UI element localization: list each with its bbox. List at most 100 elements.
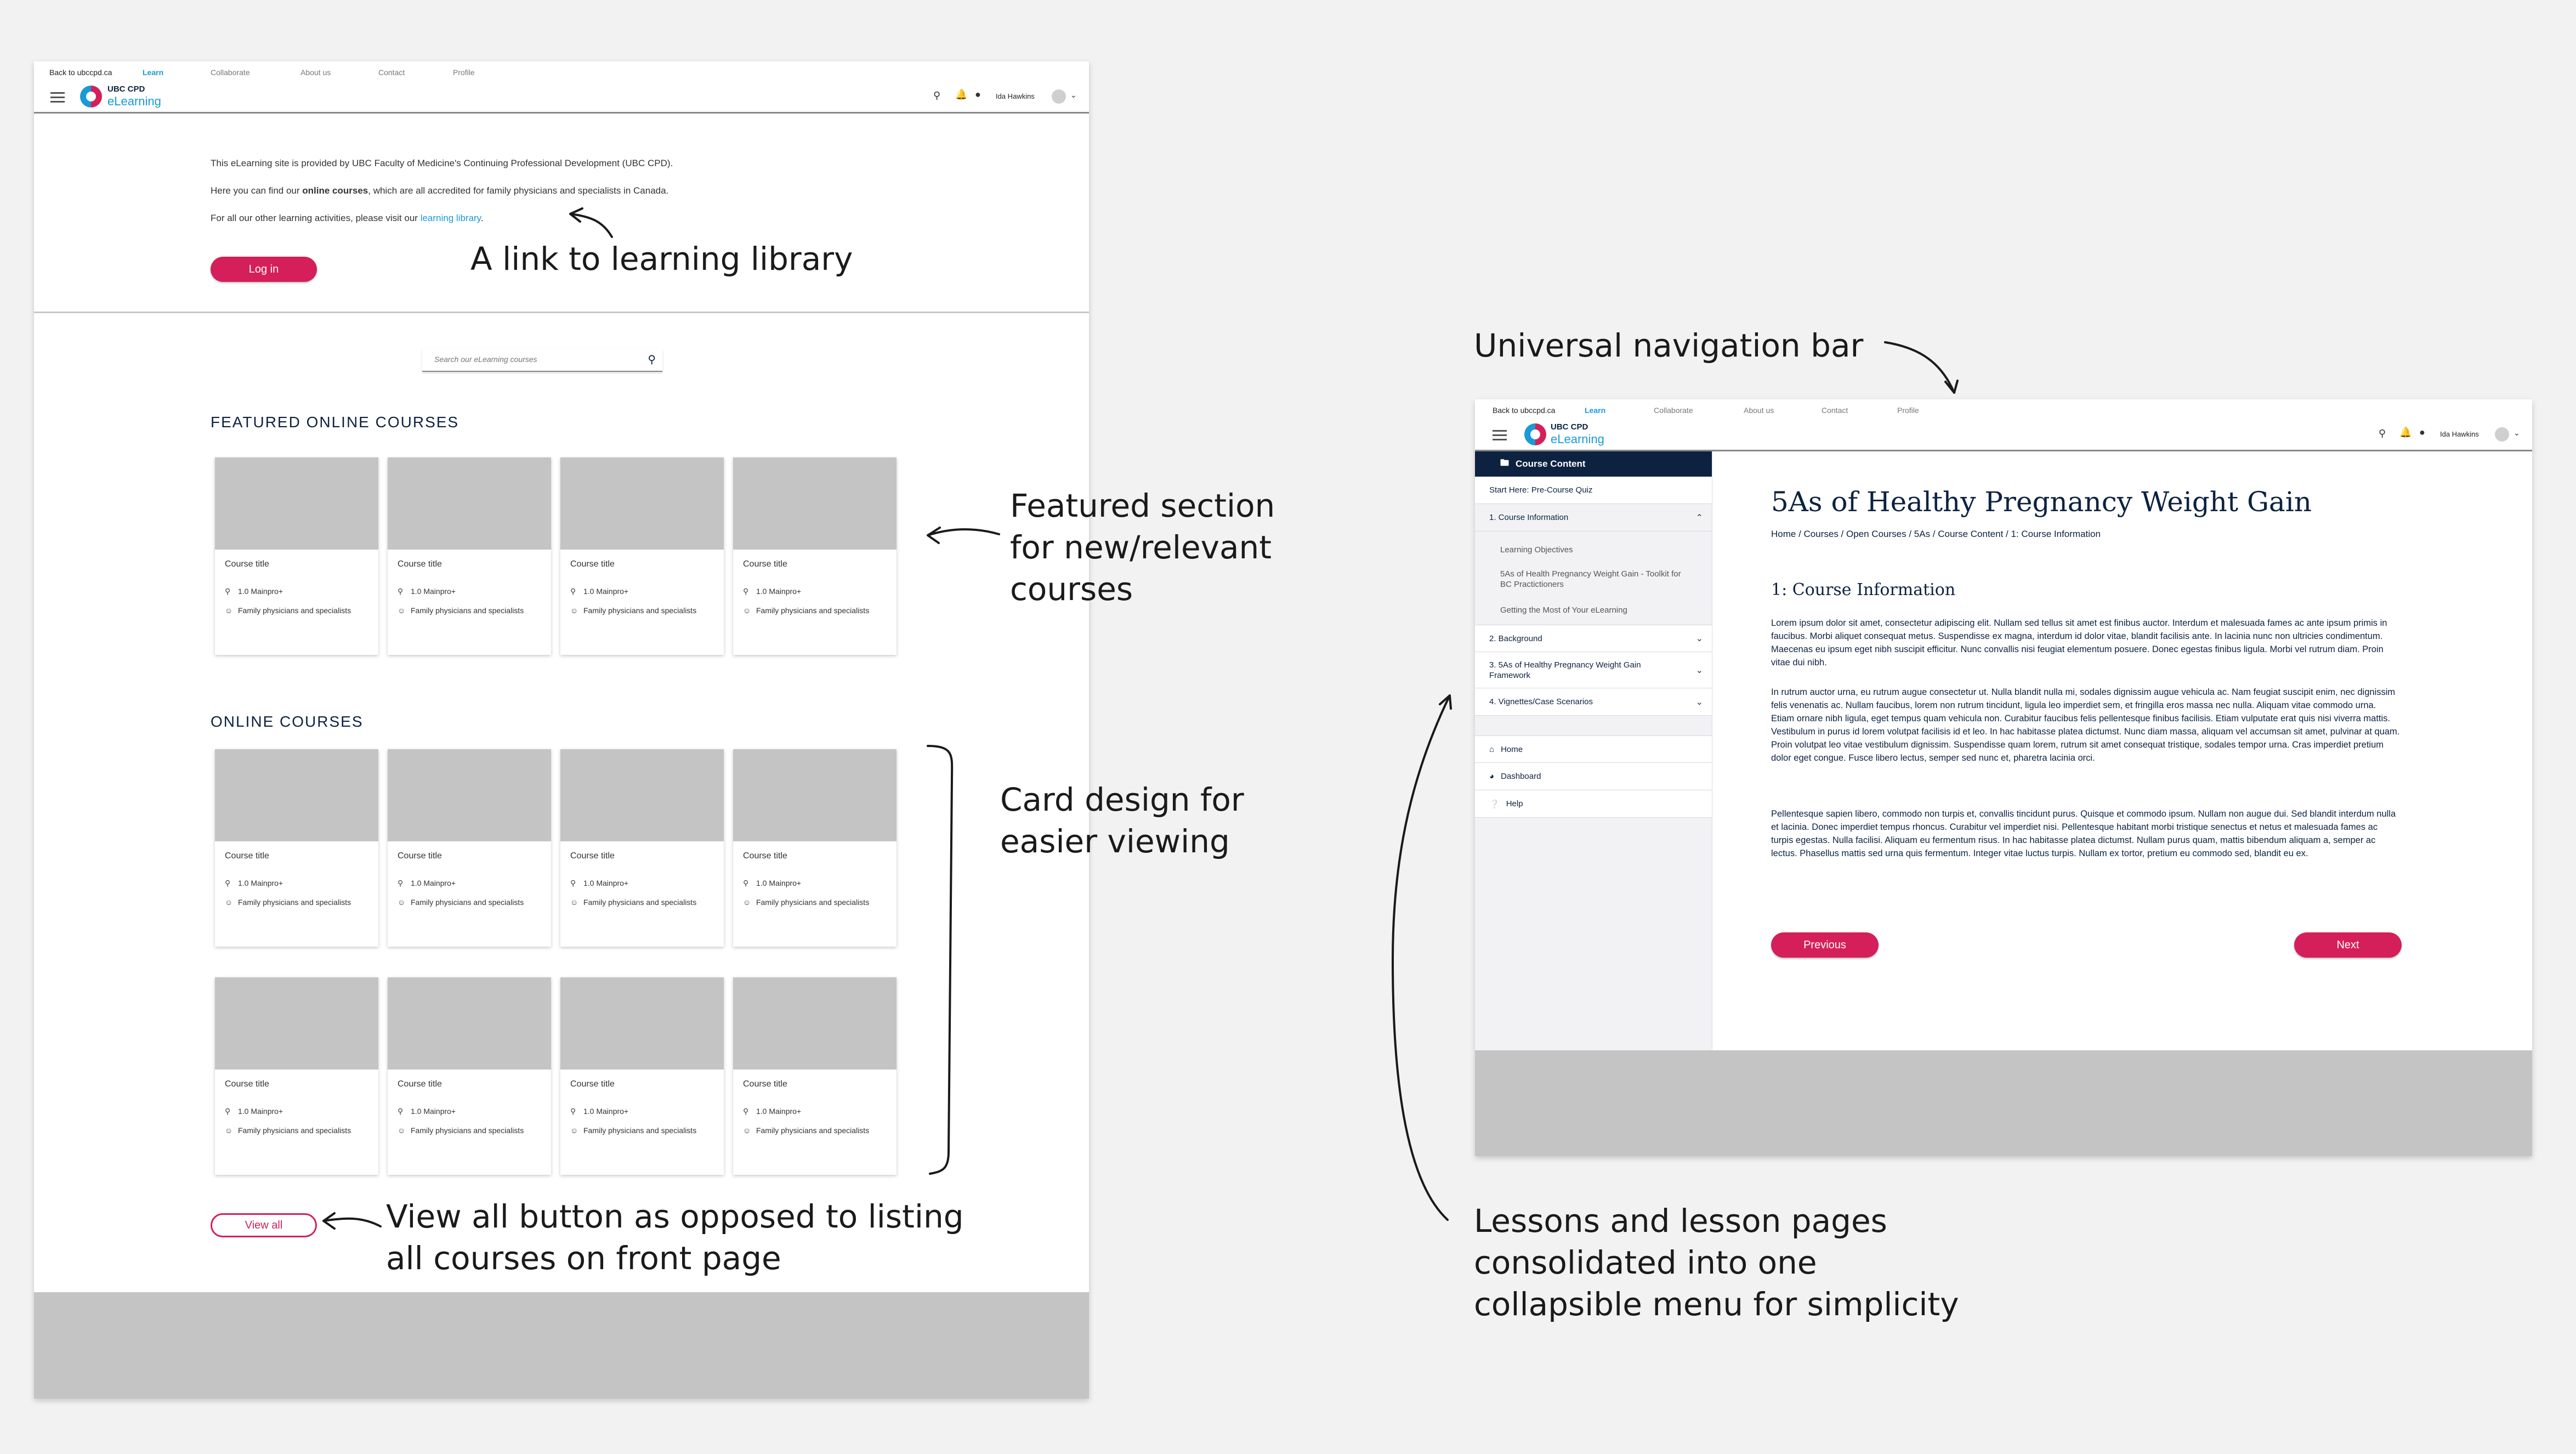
person-icon: ☺: [743, 1126, 751, 1135]
utility-bar: Back to ubccpd.ca Learn Collaborate Abou…: [34, 61, 1089, 81]
sidebar-item-help[interactable]: ❔ Help: [1475, 790, 1712, 818]
course-title[interactable]: Course title: [743, 851, 787, 861]
course-image: [215, 977, 378, 1070]
user-name[interactable]: Ida Hawkins: [996, 92, 1035, 100]
course-audience: ☺ Family physicians and specialists: [570, 898, 697, 907]
login-button[interactable]: Log in: [211, 257, 317, 282]
bell-icon[interactable]: 🔔: [955, 89, 967, 100]
course-card[interactable]: Course title ⚲ 1.0 Mainpro+ ☺ Family physici…: [560, 749, 724, 947]
sidebar-item-pre-course-quiz[interactable]: Start Here: Pre-Course Quiz: [1475, 477, 1712, 504]
back-link[interactable]: Back to ubccpd.ca: [1493, 406, 1555, 415]
sidebar-item-course-information[interactable]: 1. Course Information ⌃: [1475, 504, 1712, 531]
course-title[interactable]: Course title: [743, 1079, 787, 1089]
sidebar-item-home[interactable]: ⌂ Home: [1475, 736, 1712, 763]
sidebar-sub-toolkit[interactable]: 5As of Health Pregnancy Weight Gain - To…: [1500, 569, 1692, 590]
course-card[interactable]: Course title ⚲ 1.0 Mainpro+ ☺ Family physici…: [388, 457, 551, 655]
nav-collaborate[interactable]: Collaborate: [211, 68, 250, 77]
annotation-lessons-menu: Lessons and lesson pages consolidated in…: [1474, 1202, 1959, 1323]
course-card[interactable]: Course title ⚲ 1.0 Mainpro+ ☺ Family physici…: [388, 977, 551, 1175]
course-card[interactable]: Course title ⚲ 1.0 Mainpro+ ☺ Family physici…: [560, 457, 724, 655]
sidebar-header-label: Course Content: [1516, 459, 1586, 469]
person-icon: ☺: [743, 898, 751, 907]
course-title[interactable]: Course title: [225, 1079, 269, 1089]
sidebar-sub-getting-most[interactable]: Getting the Most of Your eLearning: [1500, 605, 1692, 615]
nav-about[interactable]: About us: [300, 68, 331, 77]
course-card[interactable]: Course title ⚲ 1.0 Mainpro+ ☺ Family physici…: [733, 749, 897, 947]
course-card[interactable]: Course title ⚲ 1.0 Mainpro+ ☺ Family physici…: [215, 457, 378, 655]
course-image: [560, 457, 724, 550]
breadcrumb[interactable]: Home / Courses / Open Courses / 5As / Co…: [1771, 529, 2101, 540]
nav-contact[interactable]: Contact: [378, 68, 405, 77]
course-card[interactable]: Course title ⚲ 1.0 Mainpro+ ☺ Family physici…: [215, 977, 378, 1175]
search-icon[interactable]: ⚲: [933, 90, 940, 101]
sidebar-item-vignettes[interactable]: 4. Vignettes/Case Scenarios ⌄: [1475, 688, 1712, 716]
online-courses-title: ONLINE COURSES: [211, 713, 364, 730]
course-title[interactable]: Course title: [225, 851, 269, 861]
person-icon: ☺: [225, 1126, 233, 1135]
chevron-up-icon[interactable]: ⌃: [1696, 512, 1703, 523]
previous-button[interactable]: Previous: [1771, 932, 1879, 958]
chevron-down-icon[interactable]: ⌄: [2513, 428, 2520, 438]
course-audience: ☺ Family physicians and specialists: [398, 606, 524, 615]
chevron-down-icon[interactable]: ⌄: [1696, 633, 1703, 644]
course-credits: ⚲ 1.0 Mainpro+: [743, 879, 802, 887]
course-audience: ☺ Family physicians and specialists: [570, 606, 697, 615]
course-title[interactable]: Course title: [570, 559, 615, 569]
course-title[interactable]: Course title: [398, 1079, 442, 1089]
course-card[interactable]: Course title ⚲ 1.0 Mainpro+ ☺ Family physici…: [560, 977, 724, 1175]
avatar[interactable]: [1052, 89, 1066, 104]
view-all-button[interactable]: View all: [211, 1213, 317, 1237]
learning-library-link[interactable]: learning library: [421, 213, 481, 223]
course-image: [215, 457, 378, 550]
chevron-down-icon[interactable]: ⌄: [1070, 90, 1077, 100]
sidebar-item-framework[interactable]: 3. 5As of Healthy Pregnancy Weight Gain …: [1475, 652, 1712, 688]
back-link[interactable]: Back to ubccpd.ca: [49, 68, 112, 77]
course-title[interactable]: Course title: [398, 559, 442, 569]
course-image: [733, 457, 897, 550]
next-button[interactable]: Next: [2294, 932, 2402, 958]
chat-icon[interactable]: ●: [975, 89, 981, 100]
nav-profile[interactable]: Profile: [453, 68, 475, 77]
course-card[interactable]: Course title ⚲ 1.0 Mainpro+ ☺ Family physici…: [733, 977, 897, 1175]
lesson-paragraph-1: Lorem ipsum dolor sit amet, consectetur …: [1771, 618, 2387, 667]
course-card[interactable]: Course title ⚲ 1.0 Mainpro+ ☺ Family physici…: [215, 749, 378, 947]
intro-line-1: This eLearning site is provided by UBC F…: [211, 158, 673, 168]
course-title[interactable]: Course title: [398, 851, 442, 861]
nav-learn[interactable]: Learn: [143, 68, 163, 77]
chevron-down-icon[interactable]: ⌄: [1696, 697, 1703, 708]
sidebar-sub-learning-objectives[interactable]: Learning Objectives: [1500, 545, 1692, 555]
hamburger-menu-icon[interactable]: [50, 92, 65, 103]
course-card[interactable]: Course title ⚲ 1.0 Mainpro+ ☺ Family physici…: [733, 457, 897, 655]
person-icon: ☺: [570, 898, 578, 907]
person-icon: ☺: [570, 606, 578, 615]
sidebar-header: 🖿 Course Content: [1475, 451, 1712, 477]
nav-about[interactable]: About us: [1744, 406, 1774, 415]
sidebar-item-background[interactable]: 2. Background ⌄: [1475, 625, 1712, 652]
course-image: [215, 749, 378, 841]
lesson-title: 5As of Healthy Pregnancy Weight Gain: [1771, 486, 2312, 518]
award-icon: ⚲: [570, 879, 576, 887]
course-title[interactable]: Course title: [570, 1079, 615, 1089]
search-icon[interactable]: ⚲: [2379, 428, 2386, 439]
avatar[interactable]: [2495, 427, 2509, 442]
nav-learn[interactable]: Learn: [1585, 406, 1605, 415]
search-icon[interactable]: ⚲: [648, 353, 656, 366]
user-name[interactable]: Ida Hawkins: [2440, 430, 2479, 438]
hamburger-menu-icon[interactable]: [1493, 430, 1507, 440]
logo-subtitle: eLearning: [1551, 432, 1604, 446]
course-title[interactable]: Course title: [225, 559, 269, 569]
course-credits: ⚲ 1.0 Mainpro+: [570, 879, 629, 887]
course-content-sidebar: 🖿 Course Content Start Here: Pre-Course …: [1475, 451, 1712, 1050]
logo-subtitle: eLearning: [107, 94, 161, 108]
sidebar-item-dashboard[interactable]: ◕ Dashboard: [1475, 763, 1712, 790]
course-title[interactable]: Course title: [743, 559, 787, 569]
course-title[interactable]: Course title: [570, 851, 615, 861]
bell-icon[interactable]: 🔔: [2399, 427, 2412, 438]
chat-icon[interactable]: ●: [2419, 427, 2425, 438]
search-input[interactable]: [433, 354, 622, 364]
nav-profile[interactable]: Profile: [1897, 406, 1919, 415]
nav-collaborate[interactable]: Collaborate: [1654, 406, 1693, 415]
chevron-down-icon[interactable]: ⌄: [1696, 665, 1703, 676]
nav-contact[interactable]: Contact: [1822, 406, 1848, 415]
course-card[interactable]: Course title ⚲ 1.0 Mainpro+ ☺ Family physici…: [388, 749, 551, 947]
